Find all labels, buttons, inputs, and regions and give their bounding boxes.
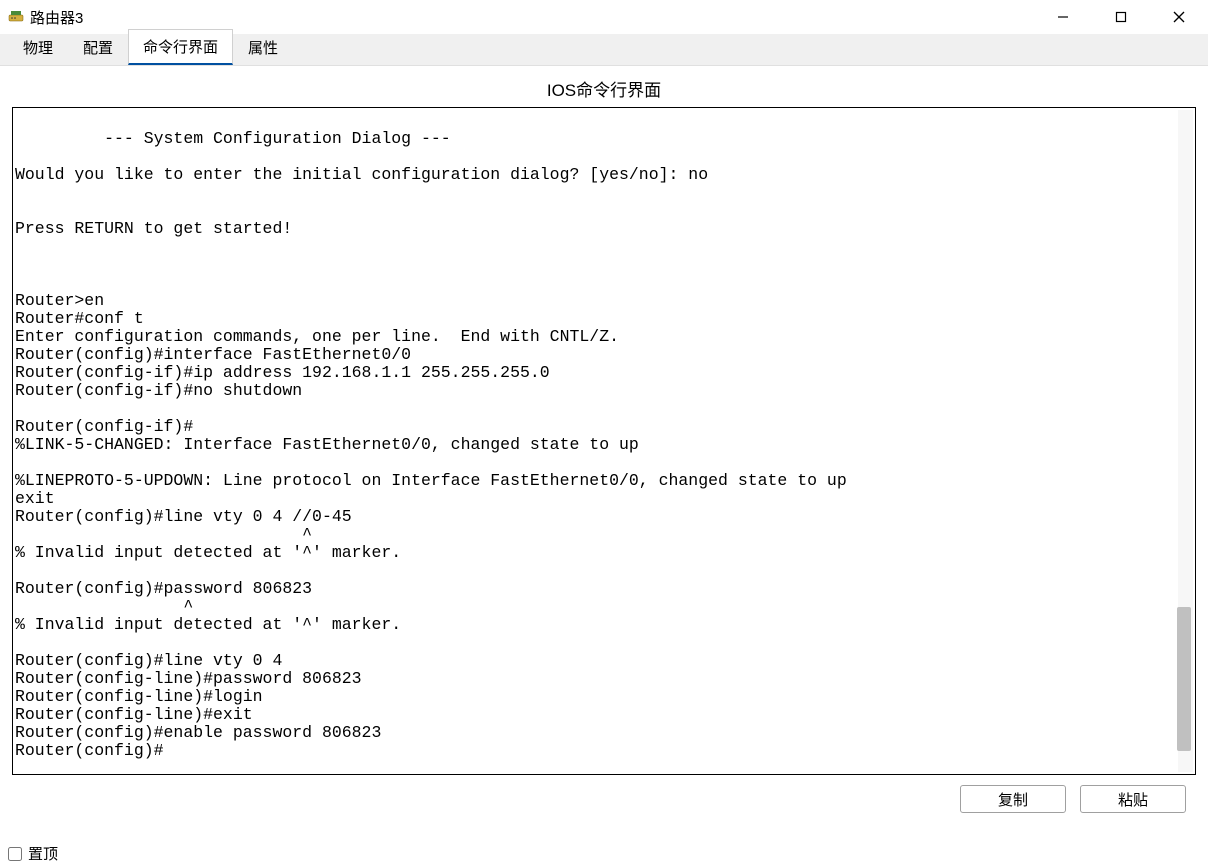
minimize-button[interactable] — [1034, 0, 1092, 34]
maximize-button[interactable] — [1092, 0, 1150, 34]
tab-config[interactable]: 配置 — [68, 30, 128, 65]
footer: 置顶 — [8, 843, 58, 864]
close-button[interactable] — [1150, 0, 1208, 34]
router-icon — [8, 9, 24, 25]
tab-attributes[interactable]: 属性 — [233, 30, 293, 65]
close-icon — [1173, 11, 1185, 23]
minimize-icon — [1057, 11, 1069, 23]
scrollbar-track[interactable] — [1177, 110, 1193, 772]
paste-button[interactable]: 粘贴 — [1080, 785, 1186, 813]
tabs-bar: 物理 配置 命令行界面 属性 — [0, 34, 1208, 66]
tab-physical[interactable]: 物理 — [8, 30, 68, 65]
copy-button[interactable]: 复制 — [960, 785, 1066, 813]
maximize-icon — [1115, 11, 1127, 23]
tab-cli[interactable]: 命令行界面 — [128, 29, 233, 65]
topmost-label: 置顶 — [28, 843, 58, 864]
window-title: 路由器3 — [30, 7, 83, 28]
cli-subtitle: IOS命令行界面 — [12, 76, 1196, 101]
content-area: IOS命令行界面 --- System Configuration Dialog… — [0, 66, 1208, 813]
button-row: 复制 粘贴 — [12, 775, 1196, 813]
topmost-checkbox[interactable] — [8, 847, 22, 861]
cli-output[interactable]: --- System Configuration Dialog --- Woul… — [13, 108, 1195, 774]
scrollbar-thumb[interactable] — [1177, 607, 1191, 751]
title-left: 路由器3 — [8, 7, 83, 28]
window-controls — [1034, 0, 1208, 34]
cli-wrapper: --- System Configuration Dialog --- Woul… — [12, 107, 1196, 775]
